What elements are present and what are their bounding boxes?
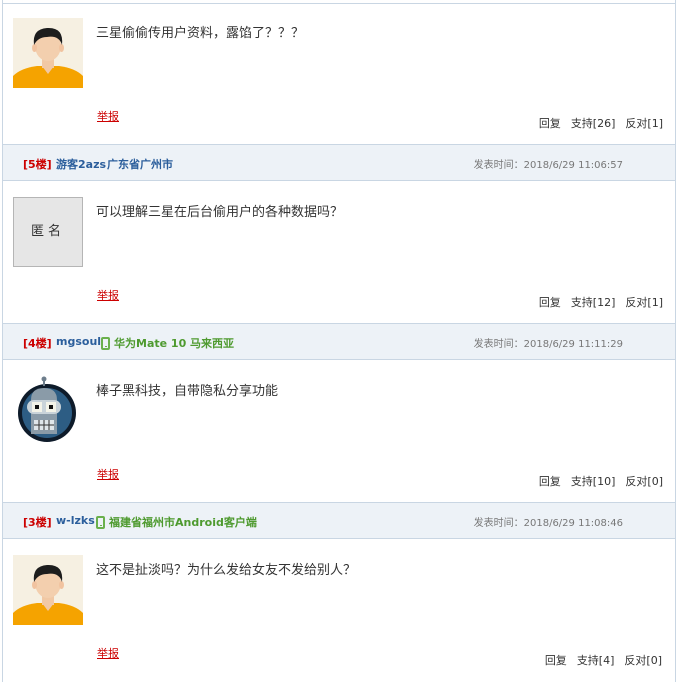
report-link[interactable]: 举报 bbox=[97, 287, 119, 303]
reply-button[interactable]: 回复 bbox=[539, 117, 561, 130]
reply-button[interactable]: 回复 bbox=[545, 654, 567, 667]
floor-number: [4楼] bbox=[23, 337, 52, 350]
anonymous-avatar[interactable]: 匿名 bbox=[13, 197, 83, 267]
floor-number: [5楼] bbox=[23, 158, 52, 171]
comment-text: 这不是扯淡吗？为什么发给女友不发给别人？ bbox=[96, 563, 357, 578]
oppose-button[interactable]: 反对[0] bbox=[625, 475, 663, 488]
comment-header: [5楼] 游客2azs 广东省广州市 发表时间：2018/6/29 11:06:… bbox=[3, 144, 675, 181]
robot-avatar[interactable] bbox=[13, 376, 83, 446]
user-location: 广东省广州市 bbox=[107, 158, 173, 171]
report-link[interactable]: 举报 bbox=[97, 466, 119, 482]
reply-button[interactable]: 回复 bbox=[539, 475, 561, 488]
phone-icon bbox=[96, 516, 105, 529]
support-button[interactable]: 支持[10] bbox=[571, 475, 616, 488]
person-avatar[interactable] bbox=[13, 555, 83, 625]
username-link[interactable]: 游客2azs bbox=[56, 156, 106, 172]
device-location-text: 华为Mate 10 马来西亚 bbox=[114, 337, 235, 350]
top-divider bbox=[2, 3, 676, 4]
post-time: 发表时间：2018/6/29 11:11:29 bbox=[473, 339, 623, 350]
phone-icon bbox=[101, 337, 110, 350]
username-link[interactable]: w-lzks bbox=[56, 514, 95, 527]
report-link[interactable]: 举报 bbox=[97, 108, 119, 124]
comment-text: 可以理解三星在后台偷用户的各种数据吗？ bbox=[96, 205, 344, 220]
floor-number: [3楼] bbox=[23, 516, 52, 529]
oppose-button[interactable]: 反对[1] bbox=[625, 296, 663, 309]
report-link[interactable]: 举报 bbox=[97, 645, 119, 661]
post-time: 发表时间：2018/6/29 11:06:57 bbox=[473, 160, 623, 171]
username-link[interactable]: mgsoul bbox=[56, 335, 101, 348]
person-avatar[interactable] bbox=[13, 18, 83, 88]
comment-header: [4楼] mgsoul 华为Mate 10 马来西亚 发表时间：2018/6/2… bbox=[3, 323, 675, 360]
comment-actions: 回复 支持[10] 反对[0] bbox=[529, 473, 663, 489]
post-time: 发表时间：2018/6/29 11:08:46 bbox=[473, 518, 623, 529]
comment-text: 棒子黑科技，自带隐私分享功能 bbox=[96, 384, 279, 399]
support-button[interactable]: 支持[26] bbox=[571, 117, 616, 130]
comment-text: 三星偷偷传用户资料，露馅了？？？ bbox=[96, 26, 305, 41]
device-location: 福建省福州市Android客户端 bbox=[96, 514, 257, 530]
reply-button[interactable]: 回复 bbox=[539, 296, 561, 309]
comment-header: [3楼] w-lzks 福建省福州市Android客户端 发表时间：2018/6… bbox=[3, 502, 675, 539]
comment-actions: 回复 支持[12] 反对[1] bbox=[529, 294, 663, 310]
comment-actions: 回复 支持[26] 反对[1] bbox=[529, 115, 663, 131]
oppose-button[interactable]: 反对[0] bbox=[624, 654, 662, 667]
device-location-text: 福建省福州市Android客户端 bbox=[109, 516, 257, 529]
support-button[interactable]: 支持[12] bbox=[571, 296, 616, 309]
oppose-button[interactable]: 反对[1] bbox=[625, 117, 663, 130]
device-location: 华为Mate 10 马来西亚 bbox=[101, 335, 234, 351]
comment-actions: 回复 支持[4] 反对[0] bbox=[535, 652, 662, 668]
support-button[interactable]: 支持[4] bbox=[577, 654, 615, 667]
